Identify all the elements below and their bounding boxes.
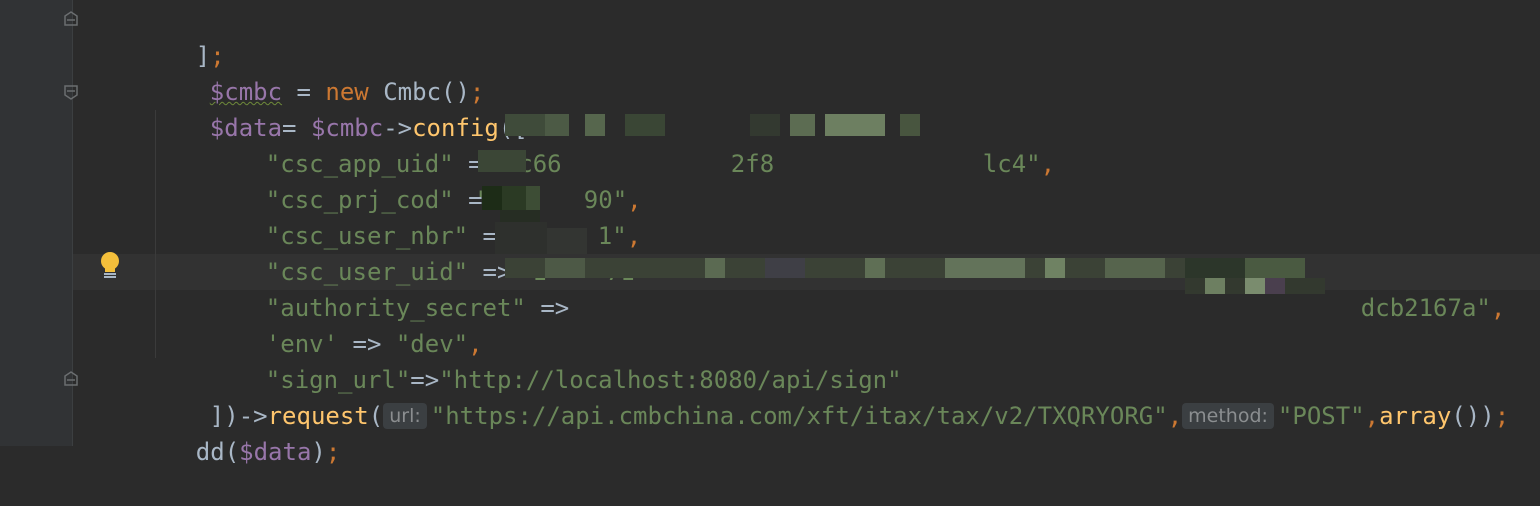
redacted-text-fragment: dcb2167a", bbox=[1303, 254, 1506, 322]
parameter-hint-url: url: bbox=[383, 403, 427, 429]
fold-icon[interactable] bbox=[63, 84, 79, 100]
token: "POST" bbox=[1277, 402, 1365, 430]
code-line-11[interactable]: ])->request(url: "https://api.cmbchina.co… bbox=[152, 362, 1509, 430]
code-line-10[interactable]: "sign_url"=>"http://localhost:8080/api/s… bbox=[208, 326, 902, 394]
token: => bbox=[525, 294, 584, 322]
token: , bbox=[1167, 402, 1183, 430]
token: 2f8 bbox=[730, 150, 775, 178]
code-line-3[interactable]: $data= $cmbc->config([ bbox=[152, 74, 528, 142]
token: "https://api.cmbchina.com/xft/itax/tax/v… bbox=[430, 402, 1168, 430]
line-gutter[interactable] bbox=[0, 0, 72, 446]
token: ( bbox=[368, 402, 384, 430]
token: array bbox=[1379, 402, 1452, 430]
redacted-text-fragment: 1", bbox=[540, 182, 641, 250]
code-line-9[interactable]: 'env' => "dev", bbox=[208, 290, 483, 358]
code-editor[interactable]: ]; $cmbc = new Cmbc(); $data= $cmbc->con… bbox=[0, 0, 1540, 466]
parameter-hint-method: method: bbox=[1182, 403, 1274, 429]
lightbulb-intention-icon[interactable] bbox=[98, 251, 122, 281]
token: dcb2167a" bbox=[1360, 294, 1491, 322]
token: , bbox=[1490, 294, 1506, 322]
token: ; bbox=[1494, 402, 1510, 430]
redacted-text-fragment: 90", bbox=[526, 146, 642, 214]
code-line-2[interactable]: $cmbc = new Cmbc(); bbox=[152, 38, 485, 106]
fold-icon[interactable] bbox=[63, 371, 79, 387]
token: $data bbox=[239, 438, 312, 466]
token: , bbox=[1364, 402, 1380, 430]
token: ) bbox=[311, 438, 326, 466]
code-line-12[interactable]: dd($data); bbox=[138, 398, 341, 466]
token: ()) bbox=[1451, 402, 1495, 430]
token: ; bbox=[325, 438, 341, 466]
redacted-text-fragment: lc4", bbox=[925, 110, 1055, 178]
token: , bbox=[1040, 150, 1056, 178]
fold-icon[interactable] bbox=[63, 11, 79, 27]
token: lc4" bbox=[982, 150, 1041, 178]
token: dd( bbox=[195, 438, 240, 466]
code-line-1[interactable]: ]; bbox=[138, 2, 225, 70]
